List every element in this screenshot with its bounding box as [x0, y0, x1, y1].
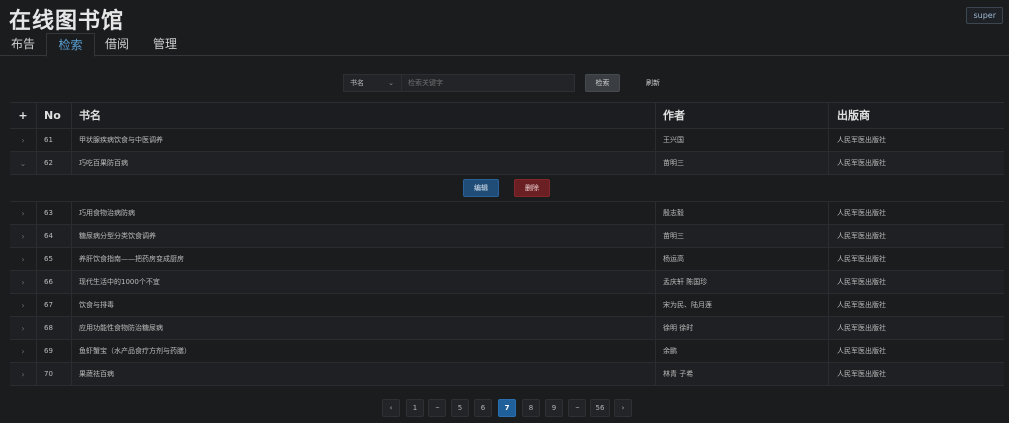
page-button[interactable]: 56 — [590, 399, 610, 417]
page-ellipsis[interactable]: ··· — [568, 399, 586, 417]
cell-author: 余鹏 — [663, 347, 677, 355]
next-page-button[interactable]: › — [614, 399, 632, 417]
chevron-right-icon[interactable]: › — [10, 363, 36, 386]
cell-no: 63 — [44, 209, 53, 217]
cell-title: 养肝饮食指南——把药房变成厨房 — [79, 255, 184, 263]
cell-title: 甲状腺疾病饮食与中医调养 — [79, 136, 163, 144]
tab-bar: 布告 检索 借阅 管理 — [0, 33, 1009, 57]
search-field-value: 书名 — [350, 79, 364, 87]
search-input[interactable] — [401, 74, 575, 92]
app-title: 在线图书馆 — [9, 9, 125, 34]
cell-author: 杨运高 — [663, 255, 684, 263]
chevron-right-icon[interactable]: › — [10, 294, 36, 317]
search-button[interactable]: 检索 — [585, 74, 620, 92]
cell-no: 67 — [44, 301, 53, 309]
page-ellipsis[interactable]: ··· — [428, 399, 446, 417]
cell-author: 林青 子希 — [663, 370, 694, 378]
cell-title: 糖尿病分型分类饮食调养 — [79, 232, 156, 240]
table-row[interactable]: › 66 现代生活中的1000个不宜 孟庆轩 陈国珍 人民军医出版社 — [10, 271, 1004, 294]
cell-publisher: 人民军医出版社 — [837, 209, 886, 217]
table-row[interactable]: › 63 巧用食物治病防病 殷志毅 人民军医出版社 — [10, 202, 1004, 225]
cell-no: 61 — [44, 136, 53, 144]
page-button[interactable]: 5 — [451, 399, 469, 417]
cell-no: 69 — [44, 347, 53, 355]
table-row[interactable]: › 61 甲状腺疾病饮食与中医调养 王兴国 人民军医出版社 — [10, 129, 1004, 152]
cell-publisher: 人民军医出版社 — [837, 136, 886, 144]
cell-no: 62 — [44, 159, 53, 167]
table-header: + No 书名 作者 出版商 — [10, 103, 1004, 129]
cell-author: 王兴国 — [663, 136, 684, 144]
cell-publisher: 人民军医出版社 — [837, 301, 886, 309]
cell-author: 苗明三 — [663, 232, 684, 240]
table-row[interactable]: › 70 果蔬祛百病 林青 子希 人民军医出版社 — [10, 363, 1004, 386]
tab-borrow[interactable]: 借阅 — [95, 33, 139, 56]
cell-publisher: 人民军医出版社 — [837, 324, 886, 332]
app-header: 在线图书馆 super — [0, 0, 1009, 34]
chevron-right-icon[interactable]: › — [10, 248, 36, 271]
cell-title: 巧吃百果防百病 — [79, 159, 128, 167]
cell-title: 应用功能性食物防治糖尿病 — [79, 324, 163, 332]
delete-button[interactable]: 删除 — [514, 179, 550, 197]
cell-publisher: 人民军医出版社 — [837, 255, 886, 263]
cell-author: 孟庆轩 陈国珍 — [663, 278, 708, 286]
chevron-down-icon: ⌄ — [388, 79, 394, 87]
chevron-right-icon[interactable]: › — [10, 202, 36, 225]
edit-button[interactable]: 编辑 — [463, 179, 499, 197]
table-row[interactable]: › 68 应用功能性食物防治糖尿病 徐明 徐时 人民军医出版社 — [10, 317, 1004, 340]
table-row-expanded[interactable]: ⌄ 62 巧吃百果防百病 苗明三 人民军医出版社 — [10, 152, 1004, 175]
cell-no: 64 — [44, 232, 53, 240]
chevron-right-icon[interactable]: › — [10, 225, 36, 248]
tab-search[interactable]: 检索 — [46, 33, 95, 57]
expand-all-header[interactable]: + — [10, 103, 36, 128]
cell-title: 现代生活中的1000个不宜 — [79, 278, 160, 286]
cell-author: 殷志毅 — [663, 209, 684, 217]
table-row[interactable]: › 64 糖尿病分型分类饮食调养 苗明三 人民军医出版社 — [10, 225, 1004, 248]
chevron-down-icon[interactable]: ⌄ — [10, 152, 36, 175]
cell-publisher: 人民军医出版社 — [837, 370, 886, 378]
cell-no: 70 — [44, 370, 53, 378]
table-row[interactable]: › 69 鱼虾蟹宝（水产品食疗方剂与药膳） 余鹏 人民军医出版社 — [10, 340, 1004, 363]
header-author: 作者 — [663, 109, 685, 122]
cell-title: 饮食与排毒 — [79, 301, 114, 309]
cell-title: 果蔬祛百病 — [79, 370, 114, 378]
chevron-right-icon[interactable]: › — [10, 129, 36, 152]
user-button[interactable]: super — [966, 7, 1003, 24]
prev-page-button[interactable]: ‹ — [382, 399, 400, 417]
page-button-current[interactable]: 7 — [498, 399, 516, 417]
page-button[interactable]: 9 — [545, 399, 563, 417]
tab-manage[interactable]: 管理 — [143, 33, 187, 56]
page-button[interactable]: 6 — [474, 399, 492, 417]
table-row[interactable]: › 65 养肝饮食指南——把药房变成厨房 杨运高 人民军医出版社 — [10, 248, 1004, 271]
cell-author: 苗明三 — [663, 159, 684, 167]
header-title: 书名 — [79, 109, 101, 122]
chevron-right-icon[interactable]: › — [10, 271, 36, 294]
cell-publisher: 人民军医出版社 — [837, 347, 886, 355]
cell-author: 宋为民、陆月莲 — [663, 301, 712, 309]
cell-no: 65 — [44, 255, 53, 263]
search-field-select[interactable]: 书名 ⌄ — [343, 74, 401, 92]
pagination: ‹ 1 ··· 5 6 7 8 9 ··· 56 › — [0, 399, 1009, 417]
page-button[interactable]: 8 — [522, 399, 540, 417]
table-row[interactable]: › 67 饮食与排毒 宋为民、陆月莲 人民军医出版社 — [10, 294, 1004, 317]
cell-publisher: 人民军医出版社 — [837, 159, 886, 167]
cell-publisher: 人民军医出版社 — [837, 232, 886, 240]
chevron-right-icon[interactable]: › — [10, 340, 36, 363]
cell-publisher: 人民军医出版社 — [837, 278, 886, 286]
header-publisher: 出版商 — [837, 109, 870, 122]
cell-no: 68 — [44, 324, 53, 332]
tab-announcement[interactable]: 布告 — [0, 33, 46, 56]
header-no: No — [44, 109, 61, 122]
search-toolbar: 书名 ⌄ 检索 刷新 — [0, 74, 1009, 92]
cell-author: 徐明 徐时 — [663, 324, 694, 332]
page-button[interactable]: 1 — [406, 399, 424, 417]
cell-title: 巧用食物治病防病 — [79, 209, 135, 217]
row-detail-actions: 编辑 删除 — [10, 175, 1004, 202]
cell-title: 鱼虾蟹宝（水产品食疗方剂与药膳） — [79, 347, 191, 355]
refresh-button[interactable]: 刷新 — [638, 74, 668, 92]
cell-no: 66 — [44, 278, 53, 286]
chevron-right-icon[interactable]: › — [10, 317, 36, 340]
books-table: + No 书名 作者 出版商 › 61 甲状腺疾病饮食与中医调养 王兴国 人民军… — [10, 102, 1004, 386]
